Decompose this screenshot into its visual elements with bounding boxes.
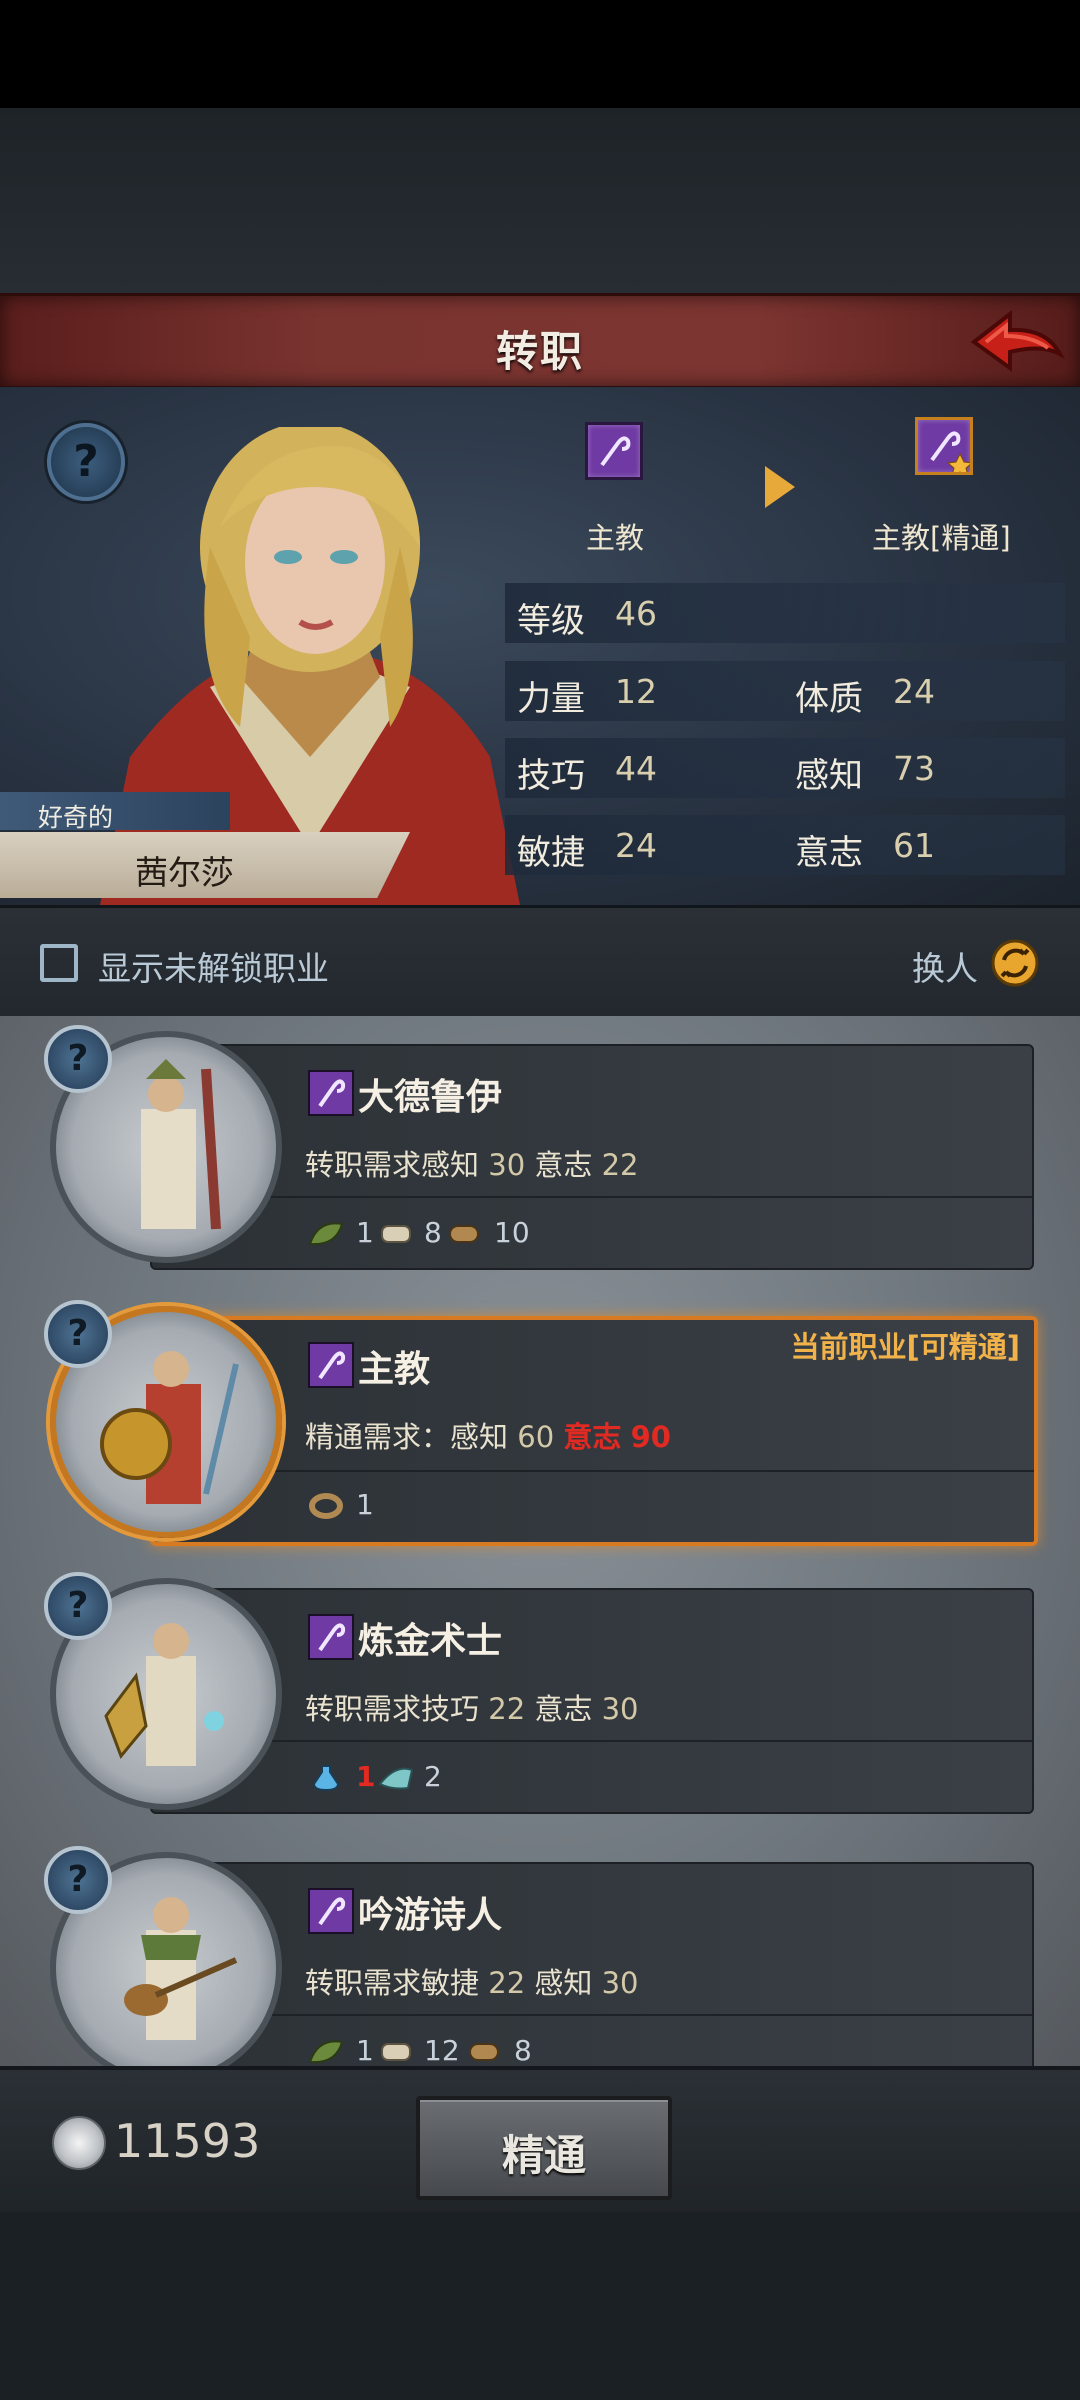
- staff-class-icon: [308, 1342, 354, 1388]
- job-requirement: 精通需求：感知 60 意志 90: [305, 1420, 671, 1454]
- current-class-label: 主教: [586, 521, 645, 555]
- staff-class-icon: [308, 1614, 354, 1660]
- job-portrait-medal: ?: [44, 1300, 282, 1538]
- coin-amount: 11593: [114, 2114, 261, 2168]
- current-job-tag: 当前职业[可精通]: [790, 1330, 1020, 1364]
- stat-row-skill-perception: 技巧 44 感知 73: [505, 738, 1065, 798]
- staff-class-icon: [308, 1888, 354, 1934]
- master-button[interactable]: 精通: [416, 2096, 672, 2200]
- bard-figure: [124, 1897, 238, 2040]
- character-panel: ? 好奇的 茜尔莎 主教 主教[精通] 等级 46 力量 12 体质 24 技巧…: [0, 387, 1080, 905]
- page-title: 转职: [495, 327, 584, 376]
- job-name: 主教: [358, 1349, 431, 1390]
- job-name: 大德鲁伊: [358, 1077, 503, 1118]
- job-requirement: 转职需求感知 30 意志 22: [305, 1148, 639, 1182]
- back-arrow-icon[interactable]: [966, 304, 1066, 382]
- title-bar: 转职: [0, 293, 1080, 390]
- staff-class-icon: [308, 1070, 354, 1116]
- swap-icon[interactable]: [990, 938, 1040, 988]
- bishop-figure: [100, 1351, 239, 1504]
- alchemist-figure: [104, 1623, 224, 1766]
- character-trait: 好奇的: [0, 792, 230, 832]
- character-name: 茜尔莎: [135, 853, 234, 892]
- stat-row-agility-will: 敏捷 24 意志 61: [505, 815, 1065, 875]
- staff-master-class-icon: [915, 417, 973, 475]
- job-requirement: 转职需求技巧 22 意志 30: [305, 1692, 639, 1726]
- status-bar: [0, 0, 1080, 108]
- staff-class-icon: [585, 422, 643, 480]
- stat-row-level: 等级 46: [505, 583, 1065, 643]
- arrow-right-icon: [765, 466, 795, 508]
- stat-row-strength-constitution: 力量 12 体质 24: [505, 661, 1065, 721]
- job-portrait-medal: ?: [44, 1572, 282, 1810]
- druid-figure: [141, 1059, 221, 1230]
- show-locked-checkbox[interactable]: [40, 944, 78, 982]
- leaf-icon: [308, 2040, 344, 2064]
- job-portrait-medal: ?: [44, 1846, 282, 2066]
- job-requirement: 转职需求敏捷 22 感知 30: [305, 1966, 639, 2000]
- header-backdrop: [0, 108, 1080, 293]
- show-locked-label[interactable]: 显示未解锁职业: [98, 942, 329, 990]
- ring-icon: [309, 1493, 343, 1519]
- job-name: 炼金术士: [358, 1621, 503, 1662]
- bottom-bar: 11593 精通: [0, 2066, 1080, 2216]
- target-class-label: 主教[精通]: [872, 521, 1011, 555]
- leaf-icon: [308, 1222, 344, 1246]
- swap-character-label[interactable]: 换人: [912, 942, 978, 990]
- job-list[interactable]: ? 大德鲁伊 转职需求感知 30 意志 22 1 8 10 当前职业[可精通] …: [0, 1016, 1080, 2066]
- character-nameplate: 茜尔莎: [0, 832, 410, 898]
- job-portrait-medal: ?: [44, 1025, 282, 1263]
- cloth-icon: [378, 1767, 414, 1790]
- wood-log-icon: [469, 2043, 499, 2061]
- potion-icon: [312, 1765, 340, 1792]
- silver-coin-icon: [52, 2116, 106, 2170]
- filter-bar: 显示未解锁职业 换人: [0, 905, 1080, 1019]
- job-name: 吟游诗人: [358, 1895, 503, 1936]
- scroll-icon: [381, 2043, 411, 2061]
- wood-log-icon: [449, 1225, 479, 1243]
- scroll-icon: [381, 1225, 411, 1243]
- bottom-backdrop: [0, 2212, 1080, 2400]
